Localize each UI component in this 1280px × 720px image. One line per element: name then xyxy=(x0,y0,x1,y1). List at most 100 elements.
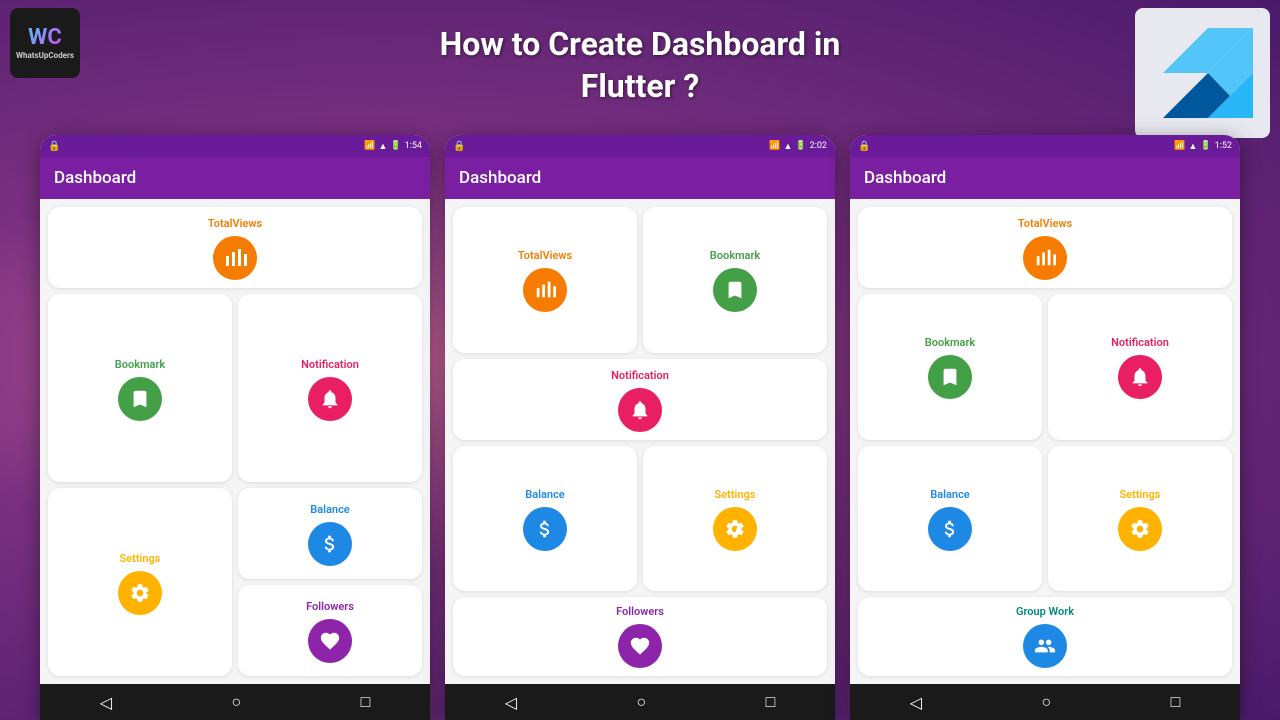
wifi-icon-3: ▲ xyxy=(1189,141,1198,152)
wifi-icon-2: ▲ xyxy=(784,141,793,152)
card-balance-3[interactable]: Balance xyxy=(858,446,1042,592)
card-icon-bal-2 xyxy=(523,507,567,551)
card-total-views-1[interactable]: TotalViews xyxy=(48,207,422,288)
time-3: 1:52 xyxy=(1215,141,1232,151)
nav-back-1[interactable]: ◁ xyxy=(100,693,112,712)
app-bar-3: Dashboard xyxy=(850,157,1240,199)
card-settings-2[interactable]: Settings xyxy=(643,446,827,592)
title-line2: Flutter ? xyxy=(440,67,841,105)
card-title-bal-2: Balance xyxy=(525,488,564,501)
row-tv-bm-2: TotalViews Bookmark xyxy=(453,207,827,353)
row-bal-set-3: Balance Settings xyxy=(858,446,1232,592)
card-icon-total-views-1 xyxy=(213,236,257,280)
logo-name: WhatsUpCoders xyxy=(16,51,74,60)
card-bookmark-3[interactable]: Bookmark xyxy=(858,294,1042,440)
app-bar-2: Dashboard xyxy=(445,157,835,199)
app-title-2: Dashboard xyxy=(459,168,541,188)
wifi-icon-1: ▲ xyxy=(379,141,388,152)
status-right-3: 📶 ▲ 🔋 1:52 xyxy=(1174,141,1232,152)
card-title-bm-3: Bookmark xyxy=(925,336,975,349)
lock-icon-1: 🔒 xyxy=(48,141,60,152)
battery-icon-1: 🔋 xyxy=(390,141,401,151)
card-title-balance-1: Balance xyxy=(310,503,349,516)
time-2: 2:02 xyxy=(810,141,827,151)
phone-content-2: TotalViews Bookmark Notification xyxy=(445,199,835,684)
phone-content-1: TotalViews Bookmark Notification xyxy=(40,199,430,684)
phone-content-3: TotalViews Bookmark Notification xyxy=(850,199,1240,684)
card-title-tv-3: TotalViews xyxy=(1018,217,1072,230)
nav-home-2[interactable]: ○ xyxy=(636,692,646,712)
bottom-nav-2: ◁ ○ □ xyxy=(445,684,835,720)
phones-container: 🔒 📶 ▲ 🔋 1:54 Dashboard TotalViews xyxy=(40,135,1240,720)
nav-recent-3[interactable]: □ xyxy=(1171,692,1181,712)
card-title-total-views-1: TotalViews xyxy=(208,217,262,230)
bottom-nav-3: ◁ ○ □ xyxy=(850,684,1240,720)
row-bm-notif-3: Bookmark Notification xyxy=(858,294,1232,440)
card-icon-bm-3 xyxy=(928,355,972,399)
nav-back-3[interactable]: ◁ xyxy=(910,693,922,712)
status-right-2: 📶 ▲ 🔋 2:02 xyxy=(769,141,827,152)
card-icon-set-3 xyxy=(1118,507,1162,551)
card-icon-followers-2 xyxy=(618,624,662,668)
card-icon-tv-2 xyxy=(523,268,567,312)
phone-1: 🔒 📶 ▲ 🔋 1:54 Dashboard TotalViews xyxy=(40,135,430,720)
card-icon-notif-3 xyxy=(1118,355,1162,399)
flutter-logo xyxy=(1135,8,1270,138)
card-title-followers-1: Followers xyxy=(306,600,354,613)
page-title-block: How to Create Dashboard in Flutter ? xyxy=(440,25,841,105)
app-title-1: Dashboard xyxy=(54,168,136,188)
card-icon-bal-3 xyxy=(928,507,972,551)
card-notification-1[interactable]: Notification xyxy=(238,294,422,482)
card-notification-2[interactable]: Notification xyxy=(453,359,827,440)
card-title-notif-2: Notification xyxy=(611,369,669,382)
card-title-followers-2: Followers xyxy=(616,605,664,618)
card-icon-notif-2 xyxy=(618,388,662,432)
card-bookmark-1[interactable]: Bookmark xyxy=(48,294,232,482)
card-balance-1[interactable]: Balance xyxy=(238,488,422,579)
card-settings-3[interactable]: Settings xyxy=(1048,446,1232,592)
lock-icon-2: 🔒 xyxy=(453,141,465,152)
nav-home-1[interactable]: ○ xyxy=(231,692,241,712)
battery-icon-2: 🔋 xyxy=(795,141,806,151)
signal-icon-1: 📶 xyxy=(364,141,375,151)
nav-home-3[interactable]: ○ xyxy=(1041,692,1051,712)
card-title-bm-2: Bookmark xyxy=(710,249,760,262)
card-bookmark-2[interactable]: Bookmark xyxy=(643,207,827,353)
card-title-bookmark-1: Bookmark xyxy=(115,358,165,371)
status-right-1: 📶 ▲ 🔋 1:54 xyxy=(364,141,422,152)
card-followers-1[interactable]: Followers xyxy=(238,585,422,676)
nav-recent-2[interactable]: □ xyxy=(766,692,776,712)
status-left-1: 🔒 xyxy=(48,141,60,152)
card-total-views-3[interactable]: TotalViews xyxy=(858,207,1232,288)
card-followers-2[interactable]: Followers xyxy=(453,597,827,676)
card-icon-followers-1 xyxy=(308,619,352,663)
card-title-set-3: Settings xyxy=(1120,488,1161,501)
row-bal-set-2: Balance Settings xyxy=(453,446,827,592)
logo-wc: WC xyxy=(28,27,62,49)
status-left-3: 🔒 xyxy=(858,141,870,152)
card-group-work-3[interactable]: Group Work xyxy=(858,597,1232,676)
card-title-notification-1: Notification xyxy=(301,358,359,371)
card-icon-bookmark-1 xyxy=(118,377,162,421)
card-icon-settings-1 xyxy=(118,571,162,615)
card-title-bal-3: Balance xyxy=(930,488,969,501)
row-bal-1: Settings Balance Followers xyxy=(48,488,422,676)
card-balance-2[interactable]: Balance xyxy=(453,446,637,592)
title-line1: How to Create Dashboard in xyxy=(440,25,841,63)
status-bar-3: 🔒 📶 ▲ 🔋 1:52 xyxy=(850,135,1240,157)
card-title-settings-1: Settings xyxy=(120,552,161,565)
card-notification-3[interactable]: Notification xyxy=(1048,294,1232,440)
time-1: 1:54 xyxy=(405,141,422,151)
card-settings-1[interactable]: Settings xyxy=(48,488,232,676)
status-left-2: 🔒 xyxy=(453,141,465,152)
card-total-views-2[interactable]: TotalViews xyxy=(453,207,637,353)
card-icon-groupwork-3 xyxy=(1023,624,1067,668)
card-title-set-2: Settings xyxy=(715,488,756,501)
card-title-notif-3: Notification xyxy=(1111,336,1169,349)
status-bar-1: 🔒 📶 ▲ 🔋 1:54 xyxy=(40,135,430,157)
phone-3: 🔒 📶 ▲ 🔋 1:52 Dashboard TotalViews xyxy=(850,135,1240,720)
nav-recent-1[interactable]: □ xyxy=(361,692,371,712)
nav-back-2[interactable]: ◁ xyxy=(505,693,517,712)
battery-icon-3: 🔋 xyxy=(1200,141,1211,151)
top-bar: WC WhatsUpCoders How to Create Dashboard… xyxy=(0,0,1280,130)
